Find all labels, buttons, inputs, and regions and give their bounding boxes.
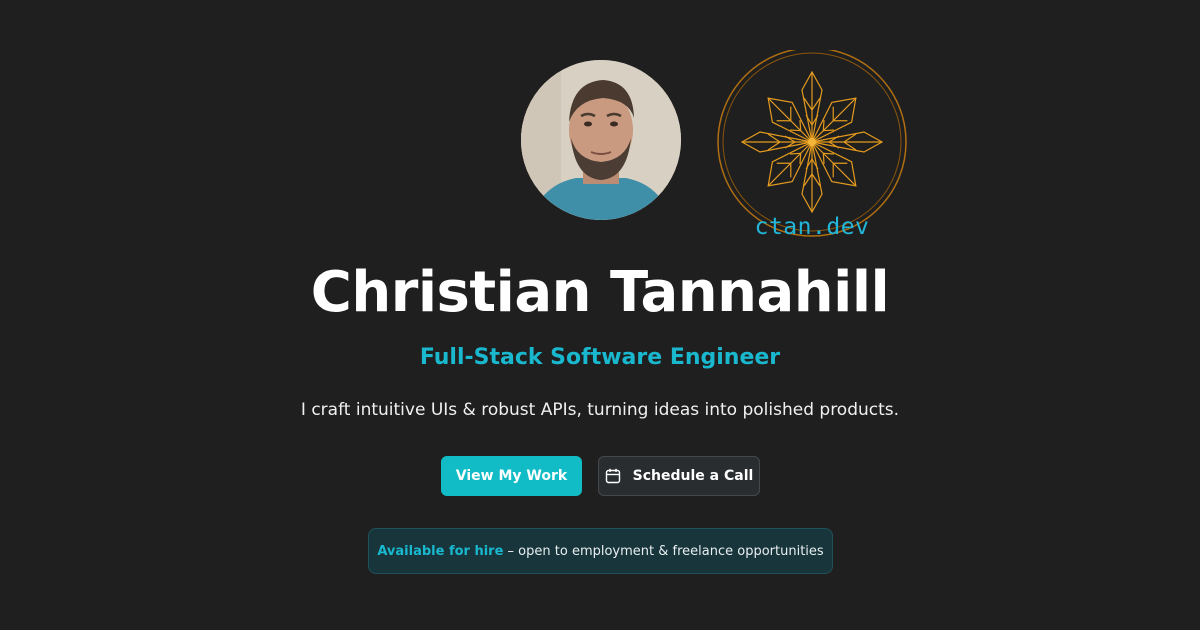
schedule-call-button[interactable]: Schedule a Call — [598, 456, 760, 496]
logo-wordmark: ctan.dev — [754, 214, 870, 240]
schedule-call-label: Schedule a Call — [632, 468, 754, 484]
view-my-work-button[interactable]: View My Work — [441, 456, 582, 496]
availability-text: – open to employment & freelance opportu… — [503, 543, 824, 559]
profile-photo-illustration — [521, 60, 681, 220]
hero-role: Full-Stack Software Engineer — [419, 345, 781, 370]
hero-name: Christian Tannahill — [310, 260, 890, 325]
availability-highlight: Available for hire — [377, 543, 504, 559]
hero-tagline: I craft intuitive UIs & robust APIs, tur… — [300, 400, 900, 420]
view-my-work-label: View My Work — [455, 468, 568, 484]
calendar-icon — [605, 468, 620, 484]
profile-photo — [521, 60, 681, 220]
availability-banner: Available for hire – open to employment … — [368, 528, 833, 574]
ctan-dev-logo: ctan.dev — [714, 50, 910, 246]
